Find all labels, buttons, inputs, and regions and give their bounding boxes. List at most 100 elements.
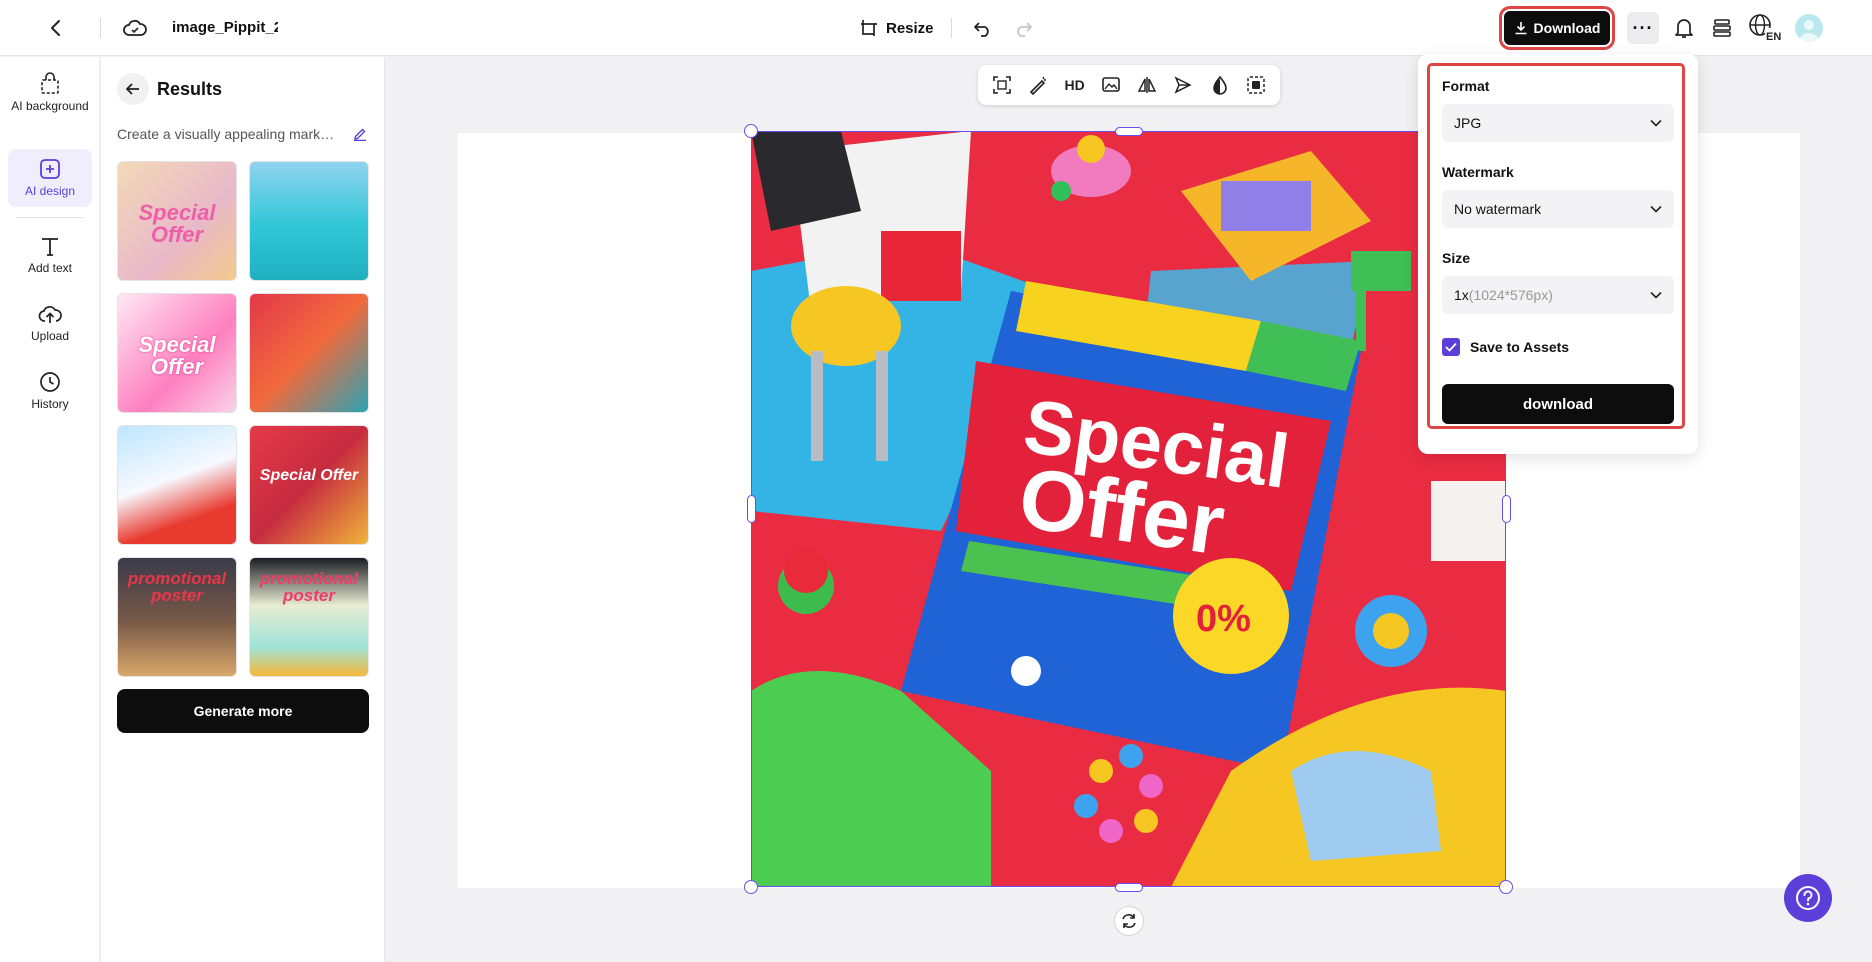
rail-label: AI background [11, 99, 89, 113]
chevron-down-icon [1650, 205, 1662, 213]
back-icon[interactable] [44, 14, 68, 42]
left-rail: AI background AI design Add text Upload … [0, 57, 100, 962]
results-title: Results [157, 79, 223, 99]
size-select[interactable]: 1x(1024*576px) [1442, 276, 1674, 314]
smart-crop-icon[interactable] [988, 71, 1016, 99]
canvas-image[interactable]: 0% Special Offer [751, 131, 1506, 887]
avatar[interactable] [1795, 14, 1823, 42]
download-icon [1515, 22, 1527, 35]
rail-label: Upload [30, 329, 70, 343]
rail-item-upload[interactable]: Upload [8, 303, 92, 353]
bell-icon[interactable] [1670, 14, 1698, 42]
ai-design-icon [40, 159, 60, 179]
save-to-assets-row[interactable]: Save to Assets [1442, 338, 1569, 356]
watermark-value: No watermark [1454, 201, 1542, 217]
resize-label: Resize [886, 19, 934, 37]
results-back-button[interactable] [117, 73, 149, 105]
globe-icon: EN [1749, 14, 1782, 43]
prompt-row[interactable]: Create a visually appealing marketing po… [117, 124, 367, 144]
results-panel: Results Create a visually appealing mark… [101, 57, 385, 962]
check-icon [1445, 342, 1457, 352]
save-to-assets-checkbox[interactable] [1442, 338, 1460, 356]
more-icon: ··· [1632, 17, 1654, 38]
download-popover: Format JPG Watermark No watermark Size 1… [1418, 54, 1698, 454]
cloud-icon[interactable] [122, 14, 148, 42]
rotate-icon [1122, 914, 1136, 928]
magic-eraser-icon[interactable] [1024, 71, 1052, 99]
more-options-button[interactable]: ··· [1627, 12, 1659, 44]
help-icon [1796, 886, 1820, 910]
send-icon[interactable] [1169, 71, 1197, 99]
resize-handle-bottom-right[interactable] [1499, 880, 1513, 894]
watermark-select[interactable]: No watermark [1442, 190, 1674, 228]
resize-handle-right[interactable] [1502, 495, 1511, 523]
download-label: Download [1533, 20, 1601, 36]
prompt-text: Create a visually appealing marketing po… [117, 126, 337, 142]
rotate-handle[interactable] [1114, 906, 1144, 936]
ai-background-icon [41, 72, 59, 94]
help-button[interactable] [1784, 874, 1832, 922]
confirm-download-button[interactable]: download [1442, 384, 1674, 424]
result-thumbnail[interactable] [249, 293, 369, 413]
language-code: EN [1766, 31, 1781, 43]
download-button[interactable]: Download [1499, 6, 1615, 50]
result-thumbnail[interactable] [117, 425, 237, 545]
thumbnail-caption: Special Offer [138, 332, 216, 380]
top-bar: image_Pippit_20 Resize Download ··· EN [0, 0, 1872, 56]
size-detail: (1024*576px) [1468, 287, 1553, 303]
resize-handle-top-left[interactable] [744, 124, 758, 138]
result-thumbnail[interactable]: Special Offer [117, 293, 237, 413]
poster-artwork: 0% Special Offer [751, 131, 1506, 887]
divider [951, 18, 952, 38]
rail-item-ai-background[interactable]: AI background [8, 71, 92, 141]
cutout-icon[interactable] [1242, 71, 1270, 99]
resize-handle-top[interactable] [1115, 127, 1143, 136]
format-select[interactable]: JPG [1442, 104, 1674, 142]
result-thumbnail[interactable] [249, 161, 369, 281]
resize-handle-left[interactable] [747, 495, 756, 523]
redo-icon[interactable] [1010, 14, 1036, 42]
format-value: JPG [1454, 115, 1482, 131]
generate-more-button[interactable]: Generate more [117, 689, 369, 733]
arrow-left-icon [126, 83, 139, 95]
upload-icon [38, 306, 62, 323]
result-thumbnail[interactable]: Special Offer [117, 161, 237, 281]
save-to-assets-label: Save to Assets [1470, 339, 1570, 355]
watermark-label: Watermark [1442, 164, 1514, 180]
flip-icon[interactable] [1133, 71, 1161, 99]
size-label: Size [1442, 250, 1471, 266]
rail-item-ai-design[interactable]: AI design [8, 149, 92, 207]
resize-handle-bottom[interactable] [1115, 883, 1143, 892]
resize-button[interactable]: Resize [860, 14, 934, 42]
rail-item-history[interactable]: History [8, 371, 92, 421]
thumbnail-caption: promotional poster [259, 568, 359, 605]
stack-icon[interactable] [1708, 14, 1736, 42]
opacity-icon[interactable] [1206, 71, 1234, 99]
undo-icon[interactable] [970, 14, 996, 42]
rail-item-add-text[interactable]: Add text [8, 235, 92, 285]
resize-handle-bottom-left[interactable] [744, 880, 758, 894]
language-button[interactable]: EN [1748, 12, 1782, 44]
history-icon [40, 372, 60, 392]
rail-label: Add text [27, 261, 73, 275]
thumbnail-caption: promotional poster [127, 568, 227, 605]
result-thumbnail[interactable]: Special Offer [249, 425, 369, 545]
document-title[interactable]: image_Pippit_20 [172, 19, 278, 36]
thumbnail-caption: Special Offer [259, 467, 359, 485]
format-label: Format [1442, 78, 1490, 94]
text-icon [42, 238, 58, 256]
rail-label: History [31, 397, 69, 411]
result-thumbnail[interactable]: promotional poster [249, 557, 369, 677]
replace-image-icon[interactable] [1097, 71, 1125, 99]
poster-percent: 0% [1196, 598, 1251, 640]
rail-label: AI design [24, 184, 76, 198]
image-toolbar: HD [978, 65, 1280, 105]
result-thumbnail[interactable]: promotional poster [117, 557, 237, 677]
resize-icon [861, 20, 877, 36]
hd-button[interactable]: HD [1061, 71, 1089, 99]
size-value: 1x [1454, 287, 1469, 303]
divider [100, 18, 101, 38]
chevron-down-icon [1650, 119, 1662, 127]
divider [16, 217, 84, 218]
edit-icon[interactable] [353, 127, 367, 141]
